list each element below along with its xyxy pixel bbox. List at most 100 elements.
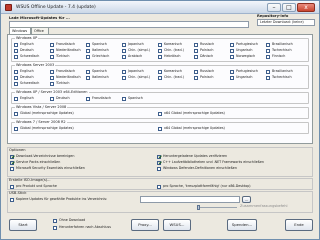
language-checkbox-1-2-1[interactable]: Türkisch (50, 81, 85, 86)
checkbox[interactable] (266, 54, 270, 59)
language-checkbox-1-1-4[interactable]: Chin. (trad.) (158, 75, 193, 80)
option-cleanup[interactable]: Download-Verzeichnisse bereinigen (10, 154, 150, 159)
language-checkbox-0-0-0[interactable]: Englisch (14, 42, 49, 47)
language-checkbox-1-0-6[interactable]: Portugiesisch (230, 69, 265, 74)
language-checkbox-0-2-2[interactable]: Griechisch (86, 54, 121, 59)
option-cpp-dotnet[interactable]: C++ Laufzeitbibliotheken und .NET Framew… (157, 160, 311, 165)
checkbox[interactable] (194, 75, 198, 80)
language-checkbox-0-2-5[interactable]: Dänisch (194, 54, 229, 59)
checkbox[interactable] (10, 184, 14, 189)
checkbox[interactable] (10, 166, 14, 171)
language-checkbox-0-0-2[interactable]: Spanisch (86, 42, 121, 47)
checkbox[interactable] (157, 160, 161, 165)
language-checkbox-0-2-1[interactable]: Türkisch (50, 54, 85, 59)
proxy-button[interactable]: Proxy... (131, 219, 159, 231)
start-button[interactable]: Start (9, 219, 37, 231)
language-checkbox-1-1-1[interactable]: Niederländisch (50, 75, 85, 80)
language-checkbox-1-0-7[interactable]: Brasilianisch (266, 69, 301, 74)
language-checkbox-0-0-4[interactable]: Koreanisch (158, 42, 193, 47)
x64-language-checkbox-3[interactable]: Spanisch (122, 96, 157, 101)
checkbox[interactable] (53, 218, 57, 223)
checkbox[interactable] (122, 69, 126, 74)
language-checkbox-1-1-6[interactable]: Ungarisch (230, 75, 265, 80)
checkbox[interactable] (230, 48, 234, 53)
usb-path-field[interactable] (140, 196, 240, 203)
language-checkbox-0-0-5[interactable]: Russisch (194, 42, 229, 47)
option-mse[interactable]: Microsoft Security Essentials einschließ… (10, 166, 150, 171)
wsus-button[interactable]: WSUS... (163, 219, 191, 231)
checkbox[interactable] (14, 42, 18, 47)
checkbox[interactable] (122, 48, 126, 53)
checkbox[interactable] (266, 69, 270, 74)
language-checkbox-0-0-7[interactable]: Brasilianisch (266, 42, 301, 47)
language-checkbox-0-0-1[interactable]: Französisch (50, 42, 85, 47)
language-checkbox-0-1-2[interactable]: Italienisch (86, 48, 121, 53)
language-checkbox-0-0-3[interactable]: Japanisch (122, 42, 157, 47)
close-button[interactable]: x (297, 3, 315, 12)
checkbox[interactable] (10, 197, 14, 202)
usb-browse-button[interactable]: ... (242, 196, 251, 203)
checkbox[interactable] (158, 75, 162, 80)
language-checkbox-0-1-3[interactable]: Chin. (simpl.) (122, 48, 157, 53)
checkbox[interactable] (122, 54, 126, 59)
option-verify[interactable]: Heruntergeladene Updates verifizieren (157, 154, 311, 159)
global-checkbox-0[interactable]: Global (mehrsprachige Updates) (14, 111, 134, 116)
checkbox[interactable] (50, 48, 54, 53)
language-checkbox-1-2-0[interactable]: Schwedisch (14, 81, 49, 86)
checkbox[interactable] (86, 96, 90, 101)
minimize-button[interactable]: – (267, 3, 281, 12)
language-checkbox-1-1-2[interactable]: Italienisch (86, 75, 121, 80)
checkbox[interactable] (230, 69, 234, 74)
checkbox[interactable] (194, 69, 198, 74)
checkbox[interactable] (14, 111, 18, 116)
donate-button[interactable]: Spenden... (227, 219, 257, 231)
checkbox[interactable] (266, 42, 270, 47)
checkbox[interactable] (14, 96, 18, 101)
language-checkbox-1-1-7[interactable]: Tschechisch (266, 75, 301, 80)
x64-language-checkbox-1[interactable]: Deutsch (50, 96, 85, 101)
checkbox[interactable] (158, 126, 162, 131)
checkbox[interactable] (86, 75, 90, 80)
checkbox[interactable] (14, 54, 18, 59)
checkbox[interactable] (14, 81, 18, 86)
checkbox[interactable] (158, 54, 162, 59)
checkbox[interactable] (266, 75, 270, 80)
checkbox[interactable] (122, 75, 126, 80)
language-checkbox-0-2-6[interactable]: Norwegisch (230, 54, 265, 59)
language-checkbox-0-1-1[interactable]: Niederländisch (50, 48, 85, 53)
checkbox[interactable] (50, 69, 54, 74)
checkbox[interactable] (14, 48, 18, 53)
exit-button[interactable]: Ende (285, 219, 313, 231)
only-iso-option[interactable]: Ohne Download (53, 218, 123, 223)
language-checkbox-1-0-0[interactable]: Englisch (14, 69, 49, 74)
checkbox[interactable] (158, 111, 162, 116)
language-checkbox-0-1-6[interactable]: Ungarisch (230, 48, 265, 53)
checkbox[interactable] (194, 54, 198, 59)
checkbox[interactable] (14, 69, 18, 74)
checkbox[interactable] (10, 154, 14, 159)
checkbox[interactable] (122, 42, 126, 47)
checkbox[interactable] (122, 96, 126, 101)
checkbox[interactable] (50, 75, 54, 80)
checkbox[interactable] (230, 54, 234, 59)
checkbox[interactable] (157, 154, 161, 159)
language-checkbox-1-0-1[interactable]: Französisch (50, 69, 85, 74)
checkbox[interactable] (266, 48, 270, 53)
checkbox[interactable] (14, 75, 18, 80)
language-checkbox-1-1-3[interactable]: Chin. (simpl.) (122, 75, 157, 80)
checkbox[interactable] (230, 75, 234, 80)
checkbox[interactable] (50, 54, 54, 59)
checkbox[interactable] (14, 126, 18, 131)
checkbox[interactable] (50, 96, 54, 101)
checkbox[interactable] (10, 160, 14, 165)
option-service-packs[interactable]: Service Packs einschließen (10, 160, 150, 165)
checkbox[interactable] (86, 42, 90, 47)
option-defender[interactable]: Windows Defender-Definitionen einschließ… (157, 166, 311, 171)
global-x64-checkbox-0[interactable]: x64 Global (mehrsprachige Updates) (158, 111, 298, 116)
language-checkbox-0-2-3[interactable]: Arabisch (122, 54, 157, 59)
shutdown-option[interactable]: Herunterfahren nach Abschluss (53, 225, 123, 230)
x64-language-checkbox-2[interactable]: Französisch (86, 96, 121, 101)
global-checkbox-1[interactable]: Global (mehrsprachige Updates) (14, 126, 134, 131)
checkbox[interactable] (194, 48, 198, 53)
checkbox[interactable] (53, 225, 57, 230)
